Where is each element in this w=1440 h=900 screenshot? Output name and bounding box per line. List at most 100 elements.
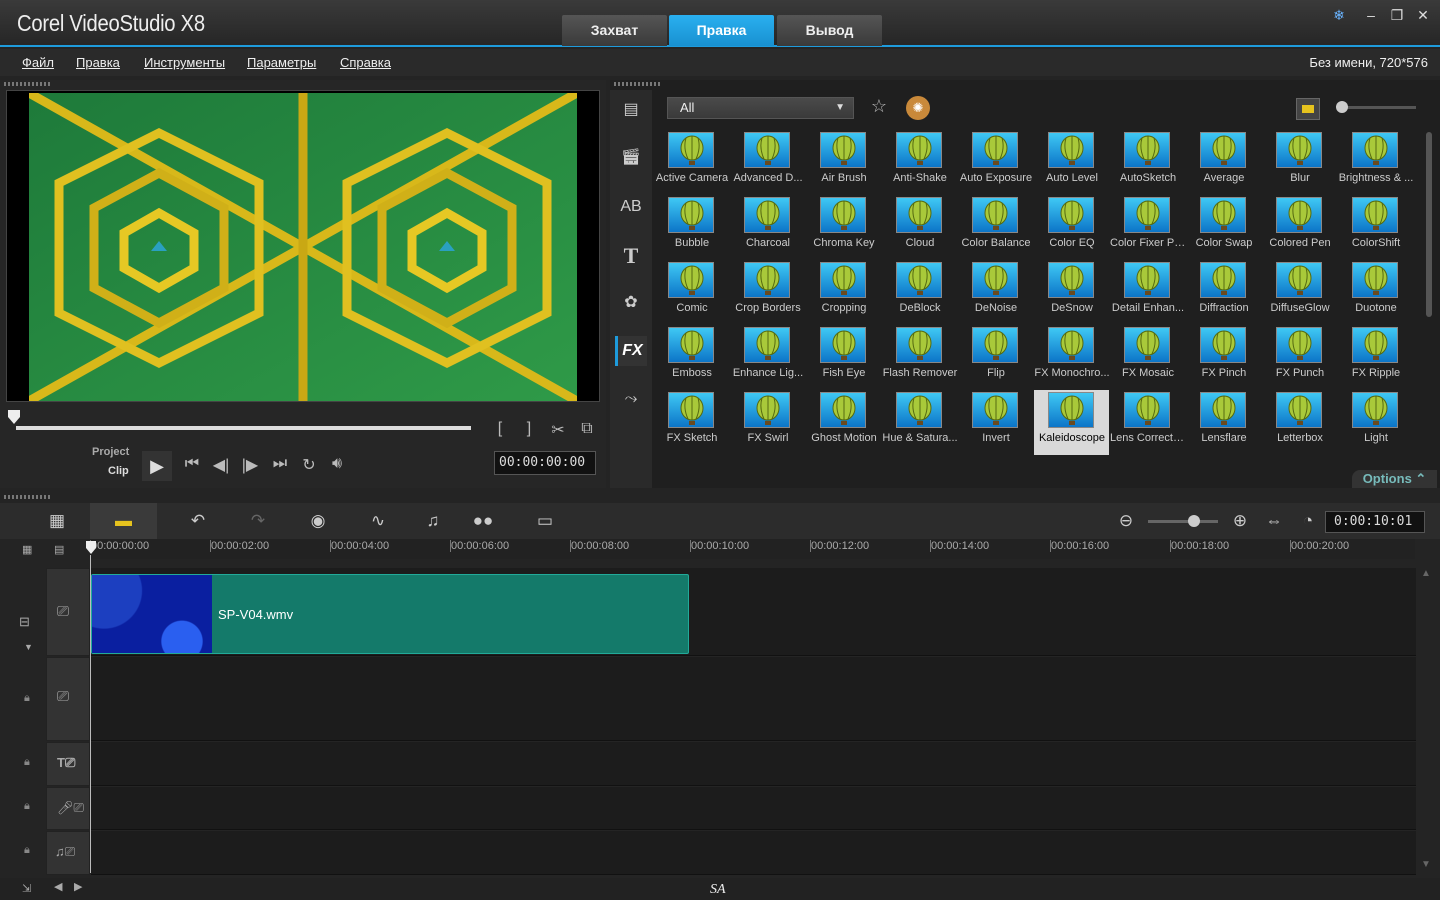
menu-tools[interactable]: Инструменты (144, 55, 225, 70)
filter-item[interactable]: DiffuseGlow (1262, 260, 1337, 325)
track-manager-icon[interactable]: ▦ (22, 543, 46, 557)
menu-settings[interactable]: Параметры (247, 55, 316, 70)
filter-item[interactable]: Auto Exposure (958, 130, 1033, 195)
project-mode-label[interactable]: Project (92, 446, 129, 458)
expand-icon[interactable]: ⇲ (22, 882, 31, 895)
mark-out-icon[interactable]: ] (521, 420, 537, 438)
filter-item[interactable]: AutoSketch (1110, 130, 1185, 195)
snowflake-icon[interactable]: ❄ (1328, 6, 1350, 24)
filter-item[interactable]: ColorShift (1338, 195, 1413, 260)
get-more-content-icon[interactable]: ✺ (906, 96, 930, 120)
timeline-ruler[interactable]: 00:00:00:00 00:00:02:00 00:00:04:00 00:00:0… (90, 539, 1415, 559)
track-visibility-icon[interactable]: ⊟ (19, 614, 30, 630)
scrub-handle[interactable] (8, 410, 20, 424)
filter-item[interactable]: Letterbox (1262, 390, 1337, 455)
filter-item[interactable]: Active Camera (654, 130, 729, 195)
timeline-grip[interactable] (4, 495, 50, 499)
zoom-in-icon[interactable]: ⊕ (1225, 509, 1255, 533)
library-scrollbar[interactable] (1426, 132, 1432, 317)
filter-item[interactable]: Color Balance (958, 195, 1033, 260)
filter-item[interactable]: Crop Borders (730, 260, 805, 325)
instant-project-icon[interactable]: 🎬︎ (615, 143, 647, 173)
go-start-icon[interactable]: ⏮ (180, 455, 204, 473)
sound-mixer-icon[interactable]: ∿ (363, 509, 393, 533)
scroll-left-icon[interactable]: ◀ (54, 880, 62, 893)
slider-knob[interactable] (1336, 101, 1348, 113)
auto-music-icon[interactable]: ♫ (418, 509, 448, 533)
filter-item[interactable]: Color Swap (1186, 195, 1261, 260)
motion-tracking-icon[interactable]: ●● (468, 509, 498, 533)
filter-item[interactable]: Cloud (882, 195, 957, 260)
lock-icon[interactable]: 🔒︎ (24, 692, 30, 705)
add-to-favorites-icon[interactable]: ☆ (866, 96, 892, 120)
volume-icon[interactable]: 🔊︎ (325, 455, 349, 473)
voice-track[interactable] (91, 787, 1416, 830)
filter-item[interactable]: FX Ripple (1338, 325, 1413, 390)
minimize-button[interactable]: – (1360, 6, 1382, 24)
panel-grip[interactable] (614, 82, 660, 86)
clip-mode-label[interactable]: Clip (108, 465, 129, 477)
playhead[interactable] (86, 541, 96, 555)
undo-icon[interactable]: ↶ (183, 509, 213, 533)
filter-item[interactable]: Invert (958, 390, 1033, 455)
prev-frame-icon[interactable]: ◀| (209, 455, 233, 475)
filter-item[interactable]: Hue & Satura... (882, 390, 958, 455)
filter-item[interactable]: Average (1186, 130, 1261, 195)
filter-item[interactable]: FX Monochro... (1034, 325, 1110, 390)
filter-item[interactable]: Colored Pen (1262, 195, 1337, 260)
filter-item[interactable]: Bubble (654, 195, 729, 260)
timeline-scrollbar[interactable]: ▲ ▼ (1421, 568, 1431, 874)
filter-item[interactable]: Lensflare (1186, 390, 1261, 455)
filter-item[interactable]: Detail Enhan... (1110, 260, 1185, 325)
filter-item[interactable]: Light (1338, 390, 1413, 455)
go-end-icon[interactable]: ⏭ (268, 455, 292, 473)
filter-item[interactable]: Comic (654, 260, 729, 325)
menu-edit[interactable]: Правка (76, 55, 120, 70)
filter-item[interactable]: Advanced D... (730, 130, 805, 195)
title-track-header[interactable]: T⎚ (46, 742, 90, 786)
filter-item[interactable]: Anti-Shake (882, 130, 957, 195)
title-icon[interactable]: T (615, 241, 647, 271)
timecode-display[interactable]: 00:00:00:00 (494, 451, 596, 475)
play-button[interactable]: ▶ (142, 451, 172, 481)
scroll-right-icon[interactable]: ▶ (74, 880, 82, 893)
zoom-slider[interactable] (1148, 515, 1218, 527)
filter-item[interactable]: FX Pinch (1186, 325, 1261, 390)
filter-icon[interactable]: FX (615, 336, 647, 366)
filter-item[interactable]: Fish Eye (806, 325, 881, 390)
filter-item[interactable]: FX Mosaic (1110, 325, 1185, 390)
filter-item[interactable]: FX Punch (1262, 325, 1337, 390)
lock-icon[interactable]: 🔒︎ (24, 844, 30, 857)
tab-share[interactable]: Вывод (777, 15, 882, 46)
filter-item[interactable]: Flash Remover (882, 325, 957, 390)
voice-track-header[interactable]: 🎤︎⎚ (46, 787, 90, 830)
enlarge-preview-icon[interactable]: ⧉ (577, 420, 597, 438)
repeat-icon[interactable]: ↻ (297, 455, 321, 475)
menu-help[interactable]: Справка (340, 55, 391, 70)
mark-in-icon[interactable]: [ (492, 420, 508, 438)
filter-item[interactable]: Duotone (1338, 260, 1413, 325)
path-icon[interactable]: ⤳ (615, 384, 647, 414)
music-track-header[interactable]: ♫⎚ (46, 831, 90, 875)
filter-item[interactable]: Cropping (806, 260, 881, 325)
split-clip-icon[interactable]: ✂ (548, 420, 568, 440)
tab-capture[interactable]: Захват (562, 15, 667, 46)
zoom-slider-knob[interactable] (1188, 515, 1200, 527)
subtitle-editor-icon[interactable]: ▭ (530, 509, 560, 533)
panel-grip[interactable] (4, 82, 50, 86)
filter-item[interactable]: Enhance Lig... (730, 325, 805, 390)
record-capture-icon[interactable]: ◉ (303, 509, 333, 533)
overlay-track-header[interactable]: ⎚ (46, 657, 90, 741)
filter-item[interactable]: Air Brush (806, 130, 881, 195)
filter-item[interactable]: Flip (958, 325, 1033, 390)
filter-item[interactable]: Blur (1262, 130, 1337, 195)
video-clip[interactable]: SP-V04.wmv (91, 574, 689, 654)
options-button[interactable]: Options ⌃ (1352, 470, 1437, 488)
filter-item[interactable]: DeNoise (958, 260, 1033, 325)
restore-button[interactable]: ❐ (1386, 6, 1408, 24)
transition-icon[interactable]: AB (615, 192, 647, 222)
chevron-down-icon[interactable]: ▼ (24, 642, 33, 652)
zoom-out-icon[interactable]: ⊖ (1111, 509, 1141, 533)
add-remove-chapter-icon[interactable]: ▤ (54, 543, 78, 557)
tab-edit[interactable]: Правка (669, 15, 774, 46)
